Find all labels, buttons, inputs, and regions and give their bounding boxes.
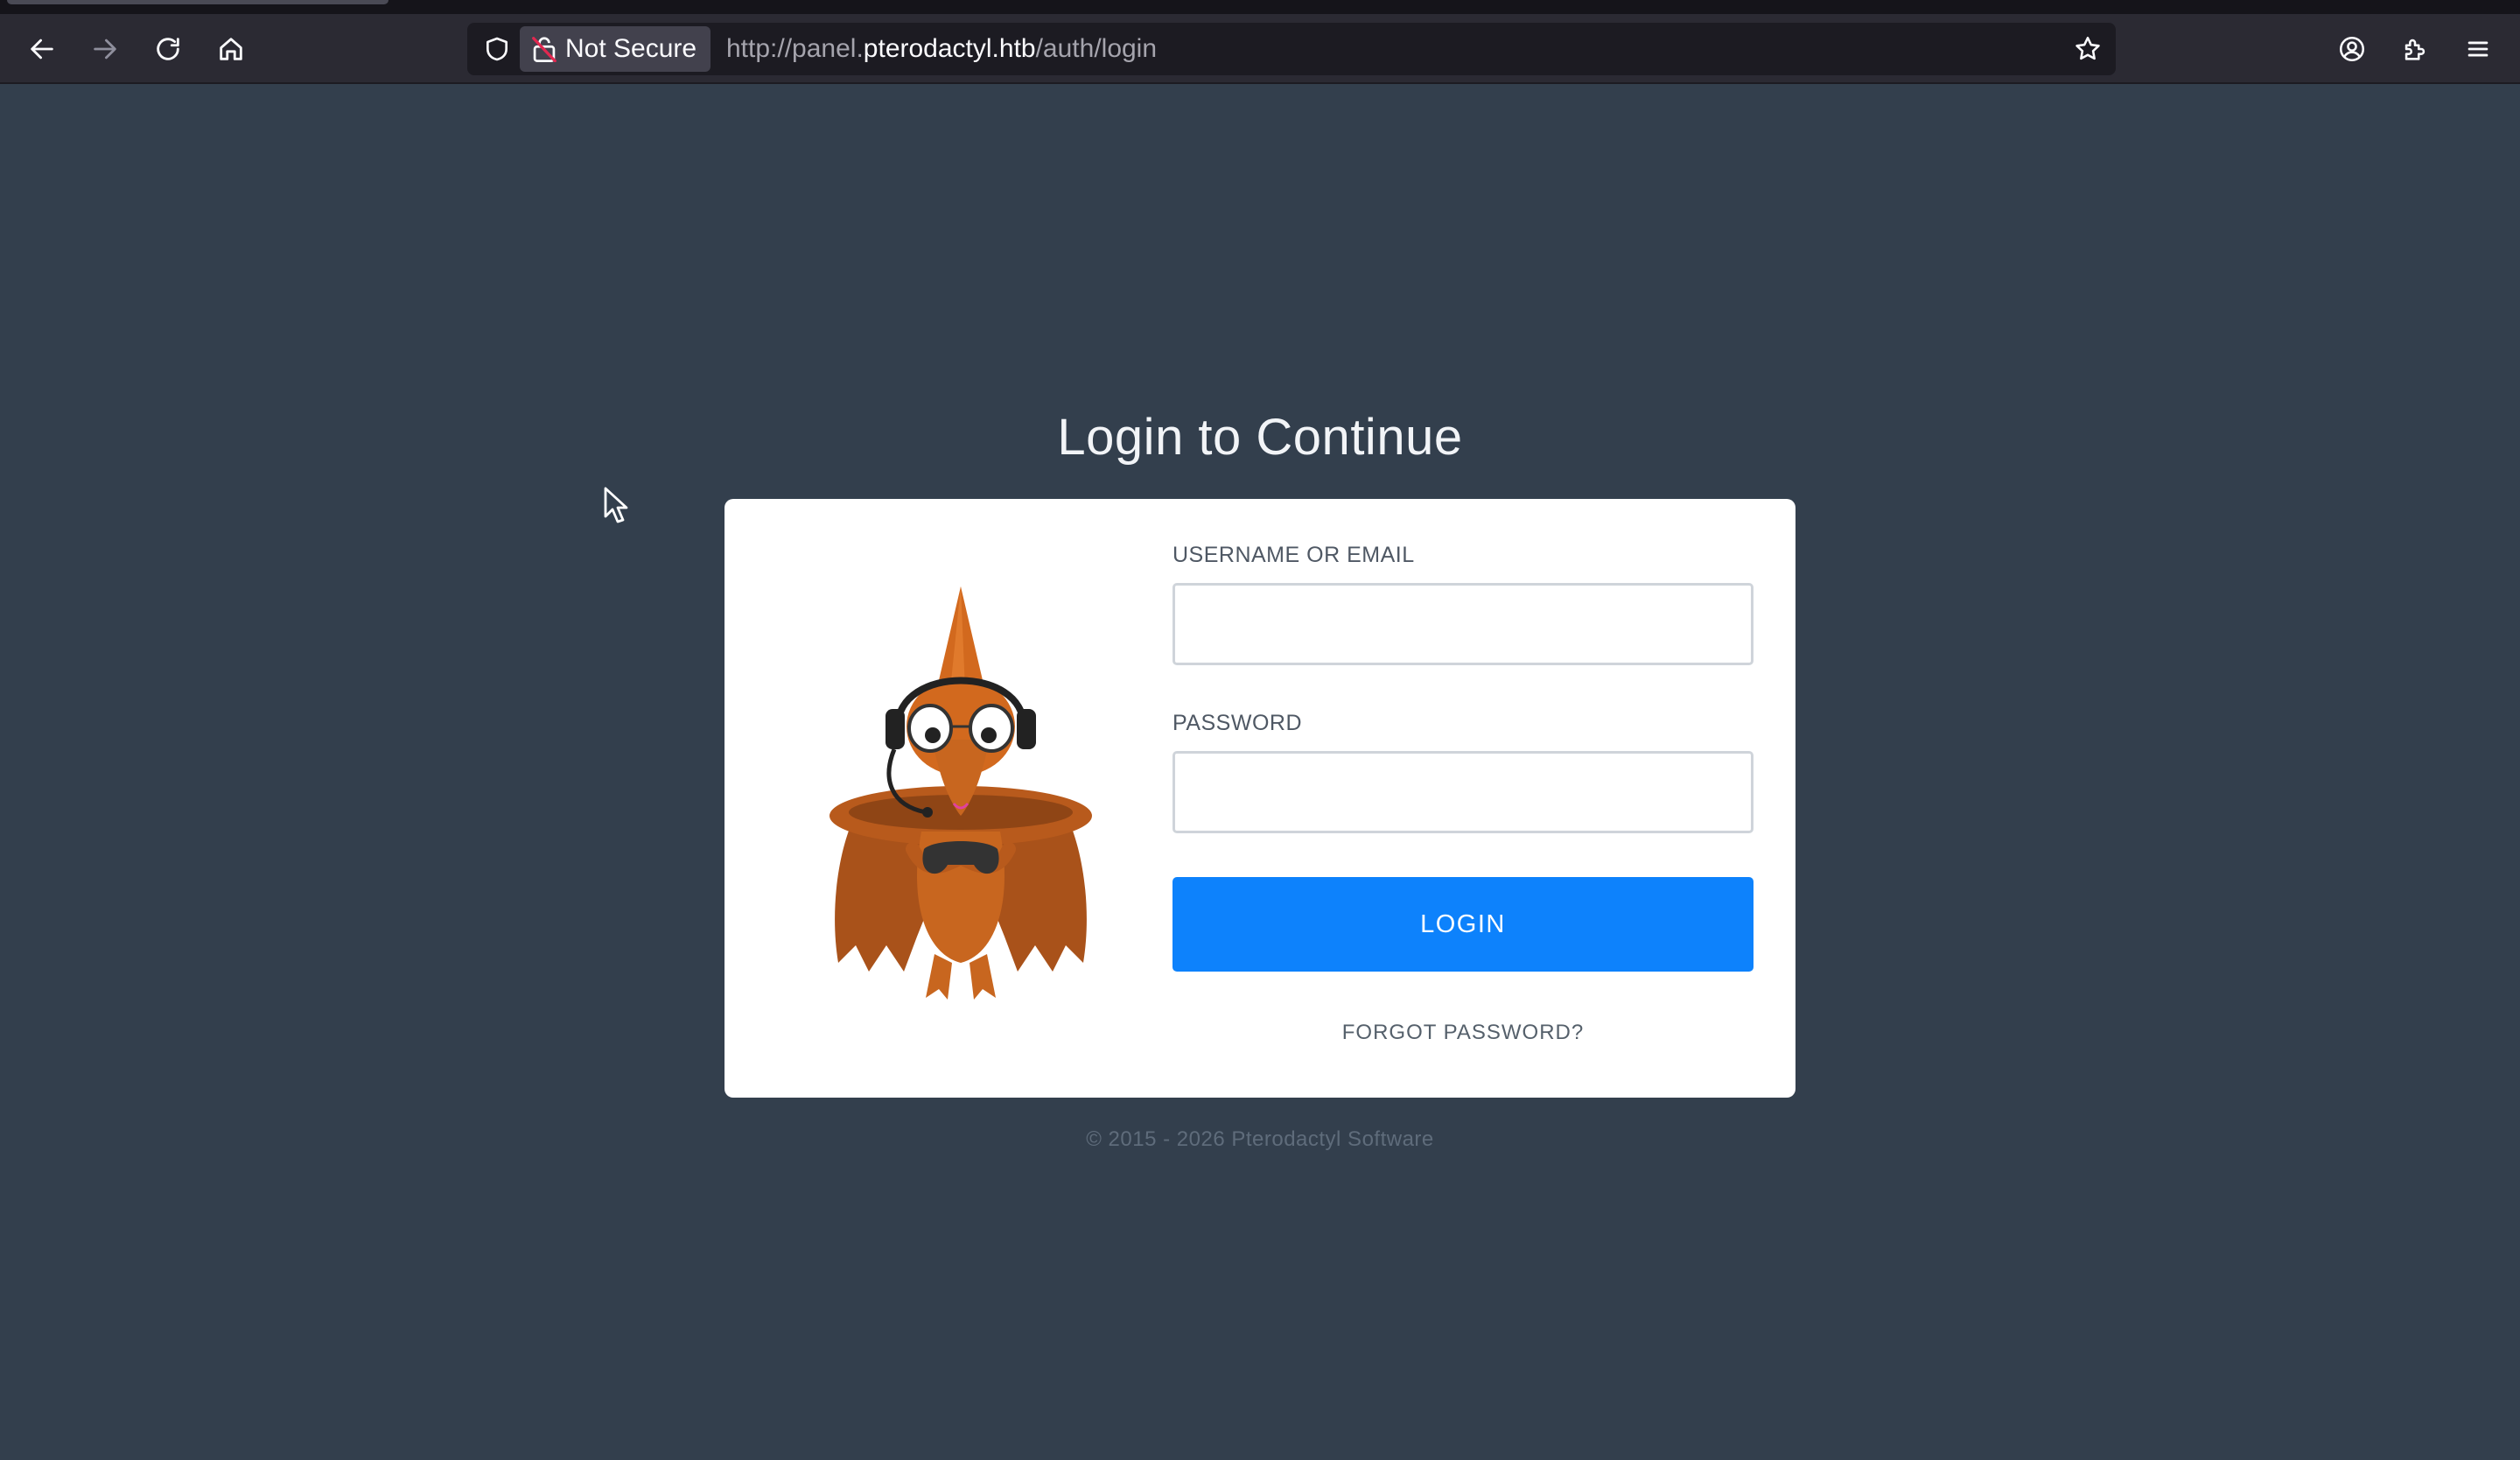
tab-strip [0, 0, 2520, 14]
home-icon [220, 38, 242, 60]
username-label: USERNAME OR EMAIL [1172, 543, 1415, 567]
pterodactyl-mascot-logo [830, 586, 1092, 1000]
bookmark-star-icon [2076, 36, 2100, 60]
security-label: Not Secure [565, 34, 697, 63]
app-menu-button[interactable] [2457, 28, 2499, 70]
forward-icon [94, 39, 116, 60]
extensions-icon [2404, 39, 2426, 60]
site-security-button[interactable]: Not Secure [520, 26, 711, 72]
url-text[interactable]: http://panel. pterodactyl.htb/auth/login [726, 23, 1157, 75]
home-button[interactable] [210, 28, 252, 70]
back-button[interactable] [21, 28, 63, 70]
login-card: USERNAME OR EMAIL PASSWORD LOGIN FORGOT … [724, 499, 1796, 1098]
menu-icon [2468, 41, 2488, 57]
reload-button[interactable] [147, 28, 189, 70]
login-button[interactable]: LOGIN [1172, 877, 1754, 972]
url-prefix: http://panel. [726, 34, 864, 63]
url-bar[interactable]: Not Secure http://panel. pterodactyl.htb /… [467, 23, 2116, 75]
shield-icon [486, 37, 508, 61]
username-input[interactable] [1172, 583, 1754, 665]
insecure-lock-icon [532, 37, 556, 62]
browser-toolbar: Not Secure http://panel. pterodactyl.htb /… [0, 14, 2520, 84]
active-tab-indicator[interactable] [7, 0, 388, 4]
url-host: pterodactyl.htb [863, 34, 1036, 63]
account-button[interactable] [2331, 28, 2373, 70]
extensions-button[interactable] [2394, 28, 2436, 70]
back-icon [31, 39, 53, 60]
forgot-password-link[interactable]: FORGOT PASSWORD? [1172, 1021, 1754, 1045]
tracking-protection-button[interactable] [478, 30, 516, 68]
url-path: /auth/login [1035, 34, 1158, 63]
password-input[interactable] [1172, 751, 1754, 833]
account-icon [2339, 36, 2365, 62]
mouse-cursor-icon [604, 487, 628, 523]
reload-icon [157, 38, 179, 60]
page-title: Login to Continue [1057, 409, 1463, 466]
copyright-footer: © 2015 - 2026 Pterodactyl Software [1086, 1127, 1434, 1151]
password-label: PASSWORD [1172, 711, 1302, 735]
bookmark-button[interactable] [2068, 30, 2107, 68]
forward-button[interactable] [84, 28, 126, 70]
